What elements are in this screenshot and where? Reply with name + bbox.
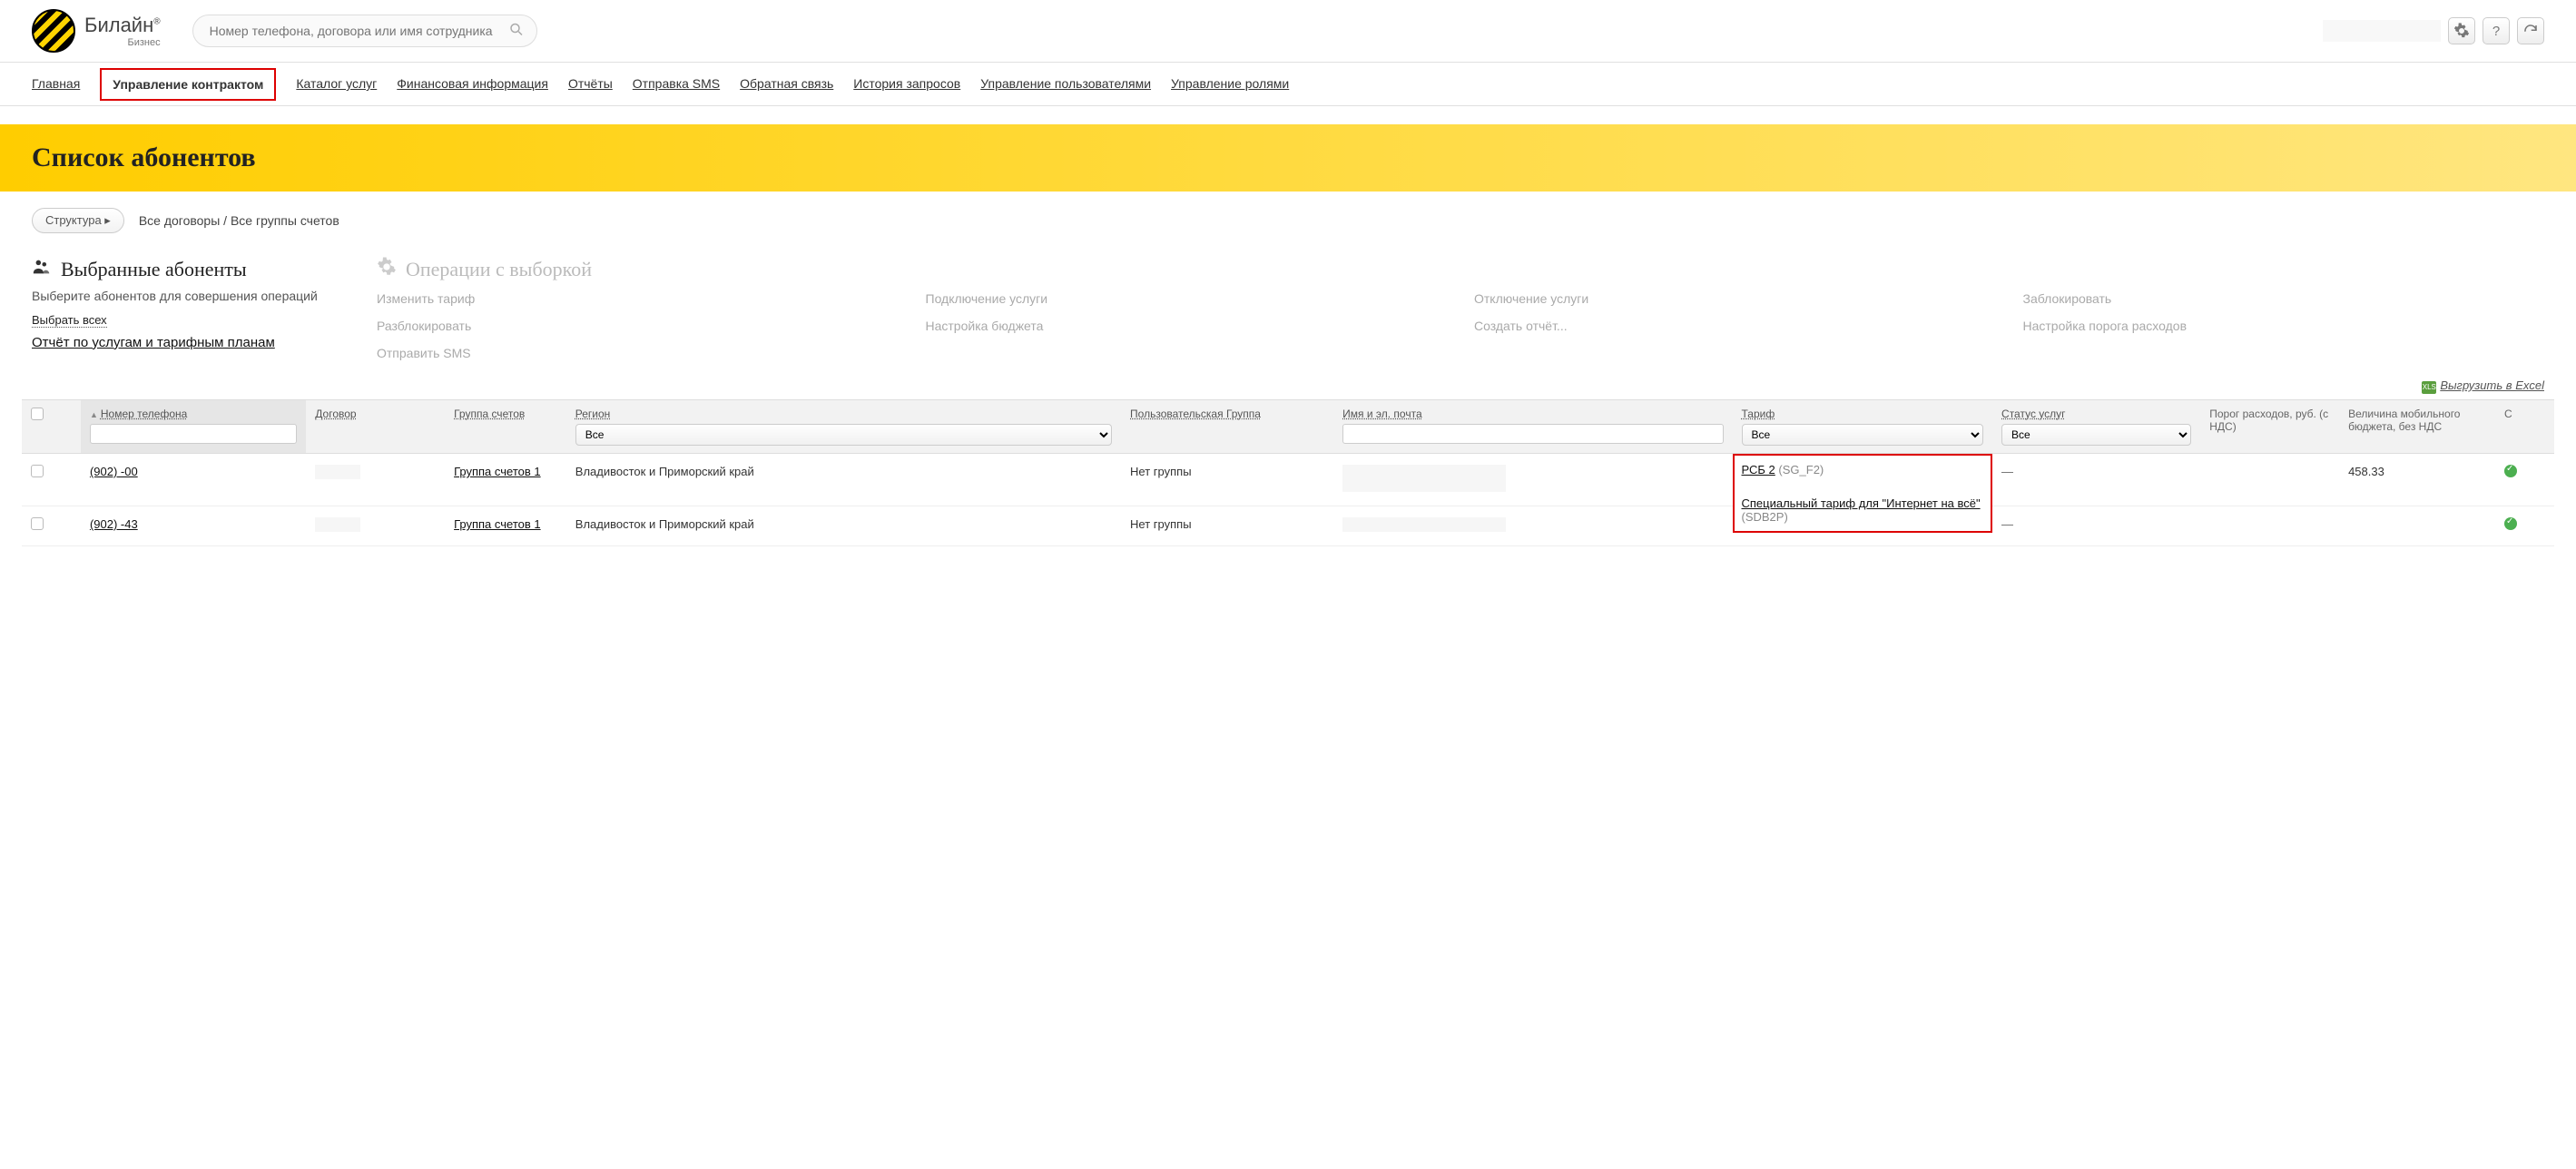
top-header: Билайн® Бизнес ? <box>0 0 2576 63</box>
region-cell: Владивосток и Приморский край <box>575 517 754 531</box>
account-group-link[interactable]: Группа счетов 1 <box>454 465 541 478</box>
page-title: Список абонентов <box>32 142 2544 173</box>
selection-desc: Выберите абонентов для совершения операц… <box>32 288 331 306</box>
user-group-cell: Нет группы <box>1130 465 1192 478</box>
search-icon[interactable] <box>508 22 525 41</box>
nav-main[interactable]: Главная <box>32 76 80 92</box>
sort-arrow-icon: ▲ <box>90 410 98 419</box>
region-cell: Владивосток и Приморский край <box>575 465 754 478</box>
row-checkbox[interactable] <box>31 465 44 477</box>
logo-icon <box>32 9 75 53</box>
status-ok-icon <box>2504 517 2517 530</box>
tariff-link[interactable]: РСБ 2 <box>1742 463 1775 476</box>
filter-tariff-select[interactable]: Все <box>1742 424 1984 446</box>
subscribers-table: ▲Номер телефона Договор Группа счетов Ре… <box>22 399 2554 546</box>
op-create-report: Создать отчёт... <box>1474 319 1996 333</box>
col-name-email[interactable]: Имя и эл. почта <box>1342 408 1421 420</box>
service-status-cell: — <box>2001 517 2013 531</box>
row-checkbox[interactable] <box>31 517 44 530</box>
nav-history[interactable]: История запросов <box>853 76 960 92</box>
help-button[interactable]: ? <box>2483 17 2510 44</box>
nav-feedback[interactable]: Обратная связь <box>740 76 833 92</box>
op-change-tariff: Изменить тариф <box>377 291 899 306</box>
search-wrap <box>192 15 537 47</box>
col-service-status[interactable]: Статус услуг <box>2001 408 2066 420</box>
contract-cell <box>315 465 360 479</box>
service-status-cell: — <box>2001 465 2013 478</box>
table-row: (902) -43 Группа счетов 1 Владивосток и … <box>22 506 2554 546</box>
nav-finance[interactable]: Финансовая информация <box>397 76 548 92</box>
breadcrumb-area: Структура ▸ Все договоры / Все группы сч… <box>0 192 2576 250</box>
settings-button[interactable] <box>2448 17 2475 44</box>
page-banner: Список абонентов <box>0 124 2576 192</box>
op-block: Заблокировать <box>2023 291 2545 306</box>
operations-block: Операции с выборкой Изменить тариф Подкл… <box>377 257 2544 360</box>
filter-name-input[interactable] <box>1342 424 1723 444</box>
name-email-cell <box>1342 517 1506 532</box>
main-nav: Главная Управление контрактом Каталог ус… <box>0 63 2576 106</box>
logo[interactable]: Билайн® Бизнес <box>32 9 161 53</box>
select-all-link[interactable]: Выбрать всех <box>32 313 107 328</box>
col-phone[interactable]: Номер телефона <box>101 408 187 420</box>
col-budget: Величина мобильного бюджета, без НДС <box>2348 408 2460 433</box>
op-threshold: Настройка порога расходов <box>2023 319 2545 333</box>
col-status: С <box>2504 408 2512 420</box>
contract-cell <box>315 517 360 532</box>
gear-icon <box>377 257 397 282</box>
op-send-sms: Отправить SMS <box>377 346 899 360</box>
op-connect-service: Подключение услуги <box>926 291 1448 306</box>
account-group-link[interactable]: Группа счетов 1 <box>454 517 541 531</box>
col-tariff[interactable]: Тариф <box>1742 408 1775 420</box>
op-disconnect-service: Отключение услуги <box>1474 291 1996 306</box>
budget-cell: 458.33 <box>2348 465 2384 478</box>
nav-sms[interactable]: Отправка SMS <box>633 76 720 92</box>
nav-contract[interactable]: Управление контрактом <box>100 68 276 101</box>
tariff-code: (SDB2P) <box>1742 510 1788 524</box>
panel-row: Выбранные абоненты Выберите абонентов дл… <box>0 250 2576 378</box>
col-contract[interactable]: Договор <box>315 408 356 420</box>
user-group-cell: Нет группы <box>1130 517 1192 531</box>
breadcrumb: Все договоры / Все группы счетов <box>139 213 339 228</box>
tariff-code: (SG_F2) <box>1778 463 1824 476</box>
select-all-checkbox[interactable] <box>31 408 44 420</box>
col-threshold: Порог расходов, руб. (с НДС) <box>2209 408 2328 433</box>
nav-reports[interactable]: Отчёты <box>568 76 613 92</box>
table-wrap: ▲Номер телефона Договор Группа счетов Ре… <box>0 399 2576 546</box>
brand-name: Билайн® <box>84 14 161 37</box>
nav-users[interactable]: Управление пользователями <box>980 76 1151 92</box>
col-user-group[interactable]: Пользовательская Группа <box>1130 408 1261 420</box>
phone-link[interactable]: (902) -43 <box>90 517 138 531</box>
col-account-group[interactable]: Группа счетов <box>454 408 525 420</box>
col-region[interactable]: Регион <box>575 408 611 420</box>
structure-button[interactable]: Структура ▸ <box>32 208 124 233</box>
op-budget: Настройка бюджета <box>926 319 1448 333</box>
users-icon <box>32 257 52 282</box>
export-row: XLSВыгрузить в Excel <box>0 378 2576 399</box>
tariff-link[interactable]: Специальный тариф для "Интернет на всё" <box>1742 496 1981 510</box>
user-info <box>2323 20 2441 42</box>
op-unblock: Разблокировать <box>377 319 899 333</box>
operations-title: Операции с выборкой <box>377 257 2544 282</box>
status-ok-icon <box>2504 465 2517 477</box>
filter-status-select[interactable]: Все <box>2001 424 2191 446</box>
search-input[interactable] <box>192 15 537 47</box>
filter-region-select[interactable]: Все <box>575 424 1112 446</box>
name-email-cell <box>1342 465 1506 492</box>
selection-title: Выбранные абоненты <box>32 257 331 282</box>
phone-link[interactable]: (902) -00 <box>90 465 138 478</box>
nav-roles[interactable]: Управление ролями <box>1171 76 1289 92</box>
xls-icon: XLS <box>2422 381 2436 394</box>
table-row: (902) -00 Группа счетов 1 Владивосток и … <box>22 454 2554 506</box>
nav-catalog[interactable]: Каталог услуг <box>296 76 377 92</box>
operations-grid: Изменить тариф Подключение услуги Отключ… <box>377 291 2544 360</box>
selection-block: Выбранные абоненты Выберите абонентов дл… <box>32 257 331 360</box>
filter-phone-input[interactable] <box>90 424 297 444</box>
refresh-button[interactable] <box>2517 17 2544 44</box>
brand-sub: Бизнес <box>84 37 161 48</box>
report-link[interactable]: Отчёт по услугам и тарифным планам <box>32 335 275 350</box>
header-right: ? <box>2323 17 2544 44</box>
tariff-highlight-box: РСБ 2 (SG_F2) Специальный тариф для "Инт… <box>1733 454 1993 533</box>
export-link[interactable]: XLSВыгрузить в Excel <box>2422 378 2544 394</box>
